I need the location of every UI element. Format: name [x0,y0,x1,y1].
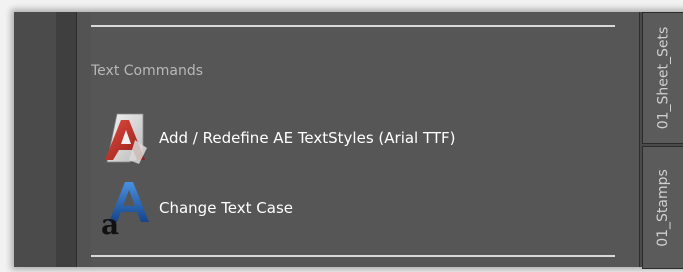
palette-title-bar[interactable] [14,12,56,267]
tab-stamps-label: 01_Stamps [655,168,671,247]
tab-sheet-sets-label: 01_Sheet_Sets [655,26,672,130]
change-text-case-button[interactable]: a Change Text Case [99,180,294,241]
textstyle-a-icon [99,110,151,166]
section-title: Text Commands [91,63,204,79]
tab-sheet-sets[interactable]: 01_Sheet_Sets [642,12,683,144]
separator-bottom [91,255,615,257]
add-redefine-textstyles-button[interactable]: Add / Redefine AE TextStyles (Arial TTF) [99,110,456,166]
svg-text:a: a [101,208,119,236]
palette-tabs: 01_Sheet_Sets 01_Stamps [639,12,683,269]
separator-top [91,25,615,27]
add-redefine-textstyles-label: Add / Redefine AE TextStyles (Arial TTF) [159,129,456,147]
palette-gutter [56,12,76,267]
tool-palette-window: Text Commands Add / Redefine AE TextStyl… [14,12,683,269]
text-case-aa-icon: a [99,180,151,241]
change-text-case-label: Change Text Case [159,199,294,217]
tab-stamps[interactable]: 01_Stamps [642,146,683,269]
palette-scrollbar[interactable] [76,12,92,267]
palette-content: Text Commands Add / Redefine AE TextStyl… [91,12,639,267]
